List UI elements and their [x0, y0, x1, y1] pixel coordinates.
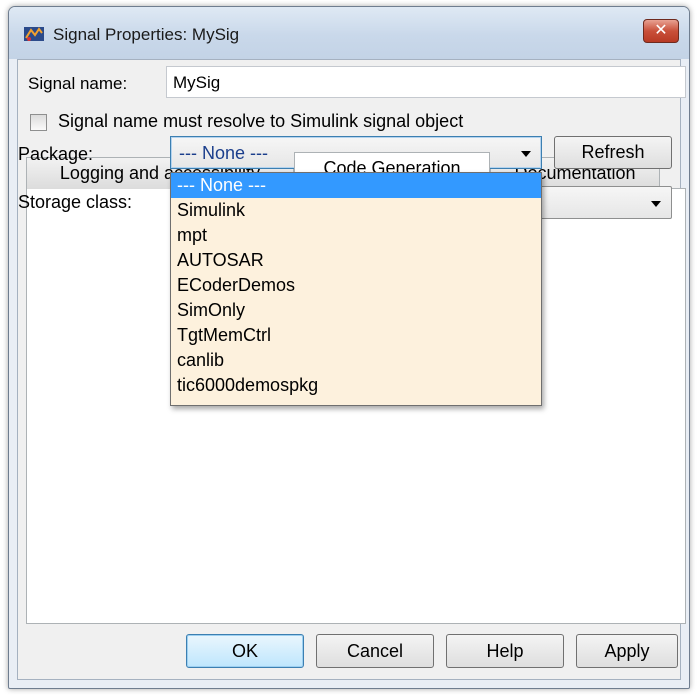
resolve-signal-object-label[interactable]: Signal name must resolve to Simulink sig…: [58, 111, 463, 132]
package-option[interactable]: tic6000demospkg: [171, 373, 541, 398]
package-option[interactable]: TgtMemCtrl: [171, 323, 541, 348]
package-selected-value: --- None ---: [179, 143, 268, 163]
chevron-down-icon: [651, 201, 661, 207]
signal-name-label: Signal name:: [28, 74, 128, 93]
close-icon: ✕: [654, 22, 668, 39]
package-option[interactable]: Simulink: [171, 198, 541, 223]
package-option[interactable]: SimOnly: [171, 298, 541, 323]
package-options-list: --- None --- Simulink mpt AUTOSAR ECoder…: [170, 172, 542, 406]
close-button[interactable]: ✕: [643, 19, 679, 43]
apply-button[interactable]: Apply: [576, 634, 678, 668]
title-bar[interactable]: Signal Properties: MySig ✕: [9, 7, 689, 59]
cancel-button[interactable]: Cancel: [316, 634, 434, 668]
package-label: Package:: [18, 144, 94, 164]
simulink-icon: [24, 27, 44, 41]
chevron-down-icon: [521, 151, 531, 157]
package-option[interactable]: ECoderDemos: [171, 273, 541, 298]
package-option[interactable]: canlib: [171, 348, 541, 373]
help-button[interactable]: Help: [446, 634, 564, 668]
package-option[interactable]: mpt: [171, 223, 541, 248]
package-option[interactable]: --- None ---: [171, 173, 541, 198]
storage-class-label: Storage class:: [18, 192, 133, 212]
refresh-button[interactable]: Refresh: [554, 136, 672, 169]
resolve-signal-object-checkbox[interactable]: [30, 114, 47, 131]
signal-name-input[interactable]: MySig: [166, 66, 686, 98]
ok-button[interactable]: OK: [186, 634, 304, 668]
package-option[interactable]: AUTOSAR: [171, 248, 541, 273]
window-title: Signal Properties: MySig: [53, 25, 240, 44]
